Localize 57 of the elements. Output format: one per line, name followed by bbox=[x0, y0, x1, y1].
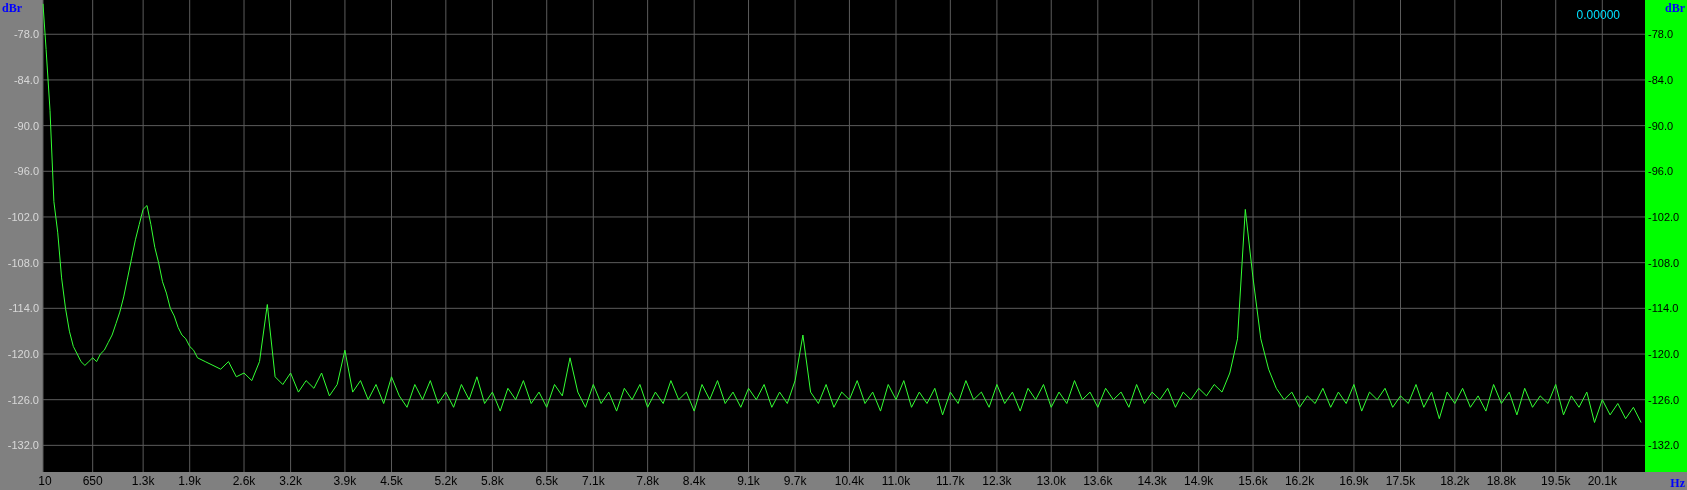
x-axis-label: 3.9k bbox=[333, 474, 357, 488]
readout-value: 0.00000 bbox=[1576, 8, 1620, 22]
x-axis-label: 6.5k bbox=[535, 474, 559, 488]
y-axis-label: -78.0 bbox=[1648, 28, 1674, 41]
x-axis-label: 15.6k bbox=[1238, 474, 1268, 488]
y-axis-label: -108.0 bbox=[7, 256, 39, 269]
y-axis-label: -102.0 bbox=[7, 210, 39, 223]
x-axis-label: 14.9k bbox=[1184, 474, 1214, 488]
corner-panel bbox=[1645, 472, 1687, 490]
x-axis-label: 12.3k bbox=[982, 474, 1012, 488]
x-axis-label: 7.1k bbox=[581, 474, 605, 488]
x-axis-label: 18.8k bbox=[1486, 474, 1517, 488]
x-axis-label: 5.8k bbox=[481, 474, 504, 488]
x-axis-label: 8.4k bbox=[682, 474, 706, 488]
y-axis-label: -96.0 bbox=[1648, 165, 1674, 178]
x-axis-label: 11.0k bbox=[881, 474, 911, 488]
x-axis-label: 1.9k bbox=[178, 474, 202, 488]
x-axis-label: 13.0k bbox=[1036, 474, 1066, 488]
x-axis-label: 10.4k bbox=[834, 474, 865, 488]
x-axis-label: 650 bbox=[82, 474, 103, 488]
y-axis-label: -90.0 bbox=[1648, 119, 1674, 132]
y-axis-label: -90.0 bbox=[13, 119, 39, 132]
x-axis-label: 19.5k bbox=[1541, 474, 1571, 488]
x-axis-label: 1.3k bbox=[131, 474, 155, 488]
x-axis-label: 10 bbox=[38, 474, 52, 488]
y-axis-label: -108.0 bbox=[1648, 256, 1680, 269]
x-axis-label: 17.5k bbox=[1385, 474, 1416, 488]
x-axis-label: 13.6k bbox=[1083, 474, 1113, 488]
x-axis-label: 9.1k bbox=[737, 474, 760, 488]
x-axis-label: 2.6k bbox=[232, 474, 256, 488]
y-axis-label: -132.0 bbox=[7, 439, 39, 452]
x-axis-label: 4.5k bbox=[380, 474, 403, 488]
x-axis-label: 5.2k bbox=[434, 474, 458, 488]
y-axis-label: -120.0 bbox=[1648, 348, 1680, 360]
y-axis-label: -102.0 bbox=[1648, 210, 1680, 223]
x-axis-label: 9.7k bbox=[783, 474, 807, 488]
y-axis-label: -96.0 bbox=[13, 165, 39, 178]
y-axis-label: -132.0 bbox=[1648, 439, 1680, 452]
y-axis-label: -126.0 bbox=[7, 393, 39, 406]
y-axis-label: -126.0 bbox=[1648, 393, 1680, 406]
x-axis-label: 18.2k bbox=[1440, 474, 1470, 488]
x-axis-label: 20.1k bbox=[1587, 474, 1617, 488]
x-axis-label: 11.7k bbox=[936, 474, 965, 488]
y-axis-label: -114.0 bbox=[8, 302, 39, 315]
y-unit-label: dBr bbox=[1665, 1, 1685, 15]
x-axis-label: 16.9k bbox=[1339, 474, 1369, 488]
x-axis-label: 14.3k bbox=[1137, 474, 1167, 488]
y-axis-label: -84.0 bbox=[13, 73, 39, 86]
x-axis-label: 16.2k bbox=[1284, 474, 1315, 488]
x-unit-label: Hz bbox=[1670, 476, 1685, 490]
y-axis-label: -84.0 bbox=[1648, 73, 1674, 86]
y-axis-label: -114.0 bbox=[1648, 302, 1679, 315]
x-axis-label: 3.2k bbox=[279, 474, 302, 488]
y-axis-label: -120.0 bbox=[7, 348, 39, 360]
y-axis-label: -78.0 bbox=[13, 28, 39, 41]
y-unit-label: dBr bbox=[2, 1, 22, 15]
x-axis-label: 7.8k bbox=[636, 474, 659, 488]
